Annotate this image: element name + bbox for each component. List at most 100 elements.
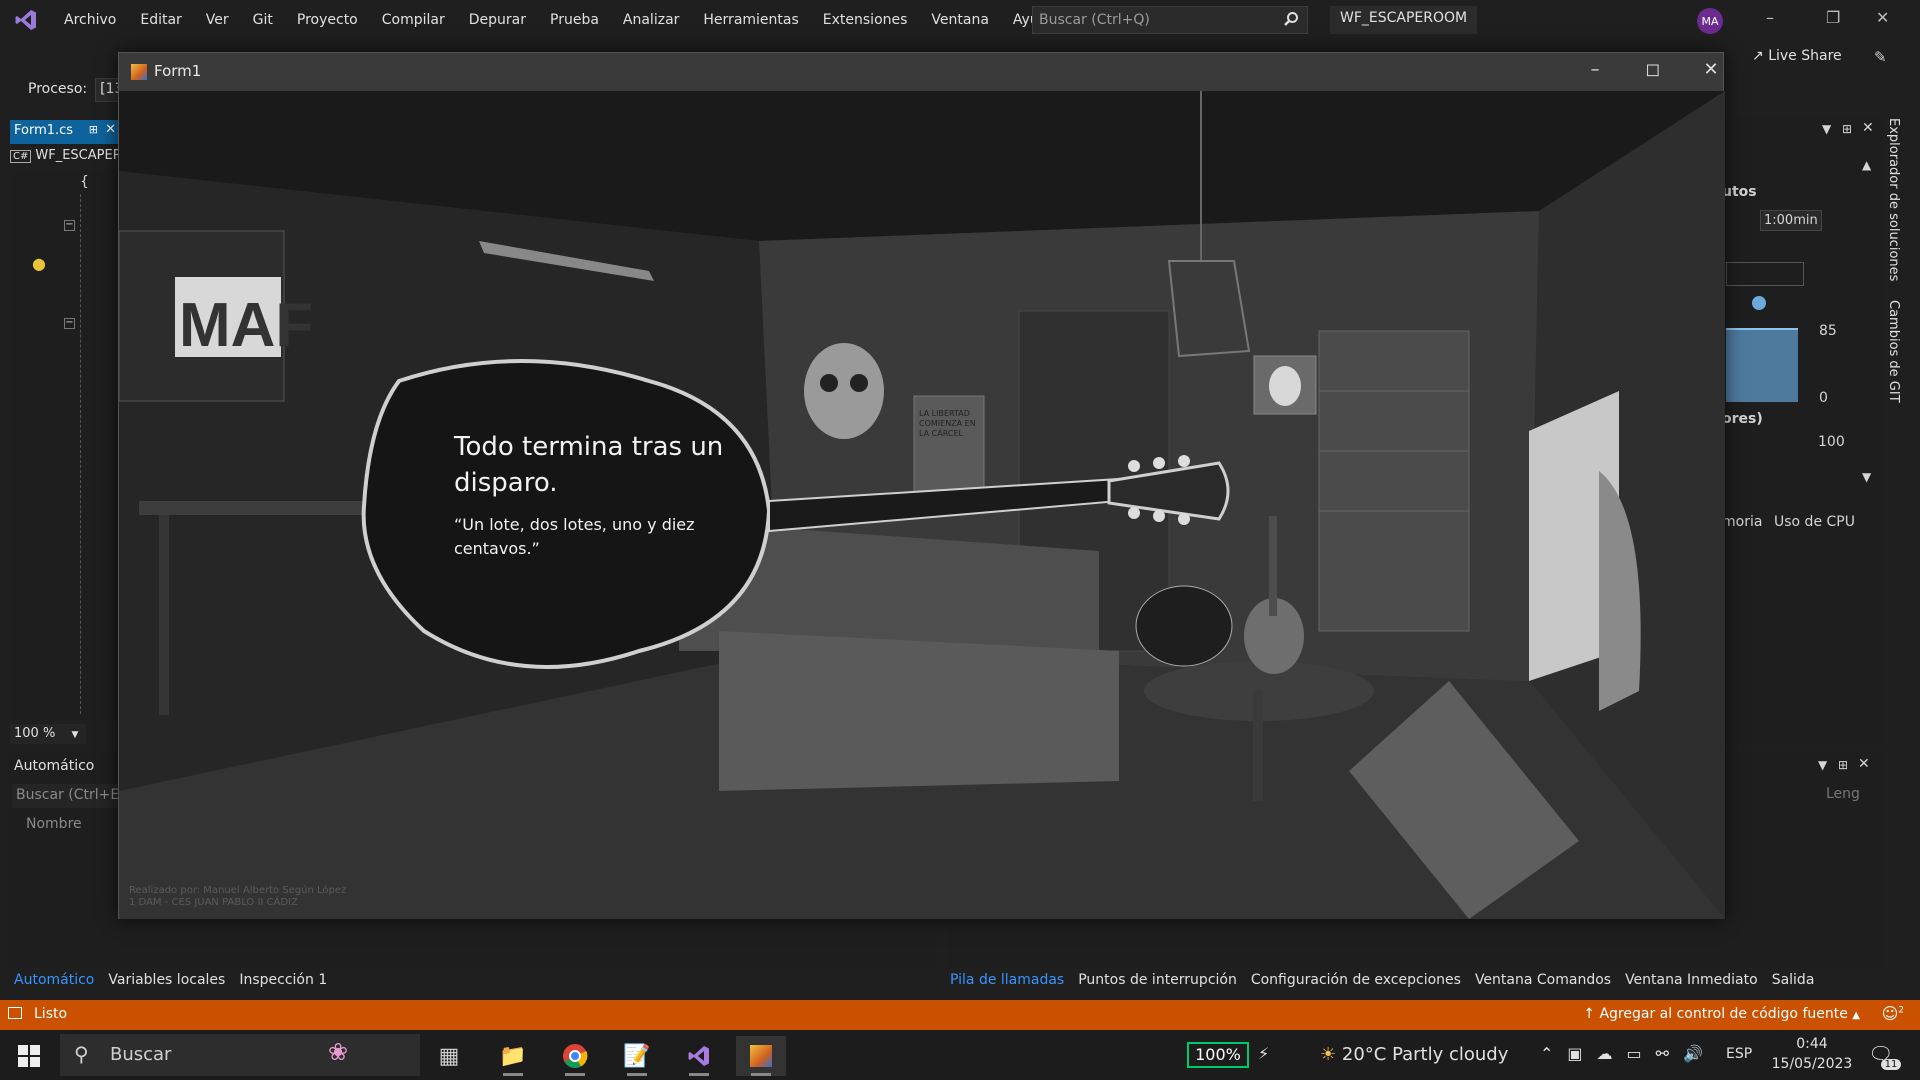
menu-herramientas[interactable]: Herramientas <box>691 12 810 28</box>
form1-window[interactable]: Form1 – ◻ ✕ MAF LA LIBERTAD COMIENZA EN … <box>118 52 1725 919</box>
menu-editar[interactable]: Editar <box>128 12 193 28</box>
tab-variables-locales[interactable]: Variables locales <box>108 972 225 992</box>
solution-name[interactable]: WF_ESCAPEROOM <box>1330 6 1478 34</box>
form-app-glyph <box>750 1045 772 1067</box>
visual-studio-logo-icon[interactable] <box>0 0 52 40</box>
side-tab-git-changes[interactable]: Cambios de GIT <box>1886 300 1901 403</box>
restore-icon[interactable]: ❐ <box>1826 8 1840 27</box>
dropdown-icon[interactable]: ▼ <box>1818 758 1827 772</box>
timeline-bar[interactable] <box>1726 262 1804 286</box>
tab-configuracion-excepciones[interactable]: Configuración de excepciones <box>1251 972 1461 992</box>
menu-proyecto[interactable]: Proyecto <box>285 12 370 28</box>
tab-ventana-inmediato[interactable]: Ventana Inmediato <box>1625 972 1758 992</box>
search-placeholder: Buscar (Ctrl+Q) <box>1039 12 1150 28</box>
menu-depurar[interactable]: Depurar <box>457 12 538 28</box>
system-tray-icons[interactable]: ⌃▣☁▭⚯🔊 <box>1540 1044 1717 1063</box>
tab-pila-llamadas[interactable]: Pila de llamadas <box>950 972 1064 992</box>
tab-inspeccion-1[interactable]: Inspección 1 <box>239 972 327 992</box>
collapse-icon[interactable]: − <box>64 220 75 231</box>
side-tab-solution-explorer[interactable]: Explorador de soluciones <box>1886 118 1901 281</box>
credits-author: Realizado por: Manuel Alberto Según Lópe… <box>129 885 347 896</box>
chrome-icon[interactable] <box>550 1036 600 1076</box>
menu-git[interactable]: Git <box>241 12 285 28</box>
form-app-icon[interactable] <box>736 1036 786 1076</box>
close-icon[interactable]: ✕ <box>1858 756 1870 772</box>
search-icon[interactable] <box>1283 11 1299 31</box>
lotus-decoration-icon: ❀ <box>328 1038 349 1066</box>
close-icon[interactable]: ✕ <box>1862 120 1874 136</box>
bottom-tabs-right: Pila de llamadas Puntos de interrupción … <box>950 972 1814 992</box>
feedback-icon[interactable]: ✎ <box>1874 48 1887 66</box>
menu-compilar[interactable]: Compilar <box>370 12 457 28</box>
notifications-icon[interactable]: ☺2 <box>1882 1004 1904 1023</box>
zoom-level[interactable]: 100 % ▼ <box>10 724 86 744</box>
windows-taskbar: ⚲ Buscar ❀ ▦ 📁 📝 100% ⚡ ☀ 20°C Partly cl… <box>0 1030 1920 1080</box>
status-bar: Listo ↑ Agregar al control de código fue… <box>0 1000 1920 1030</box>
menu-ventana[interactable]: Ventana <box>919 12 1001 28</box>
cpu-max: 100 <box>1818 434 1845 450</box>
breadcrumb[interactable]: C# WF_ESCAPER <box>10 148 122 168</box>
search-input[interactable]: Buscar (Ctrl+Q) <box>1032 6 1308 34</box>
guitar-clue-card[interactable]: Todo termina tras un disparo. “Un lote, … <box>454 429 744 561</box>
pin-icon[interactable]: ⊞ <box>89 123 98 136</box>
pin-icon[interactable]: ⊞ <box>1838 758 1848 772</box>
bottom-tabs-left: Automático Variables locales Inspección … <box>14 972 327 992</box>
notification-center-icon[interactable]: 🗨 11 <box>1868 1042 1902 1070</box>
menu-analizar[interactable]: Analizar <box>611 12 692 28</box>
scroll-down-icon[interactable]: ▼ <box>1862 470 1871 484</box>
tab-form1-cs[interactable]: Form1.cs ⊞ ✕ <box>10 120 122 144</box>
close-icon[interactable]: ✕ <box>1876 8 1889 27</box>
menu-extensiones[interactable]: Extensiones <box>811 12 920 28</box>
close-icon[interactable]: ✕ <box>1691 59 1731 85</box>
weather-text: 20°C Partly cloudy <box>1341 1044 1509 1065</box>
snapshot-marker-icon[interactable] <box>1752 296 1766 310</box>
close-tab-icon[interactable]: ✕ <box>105 122 116 137</box>
maximize-icon[interactable]: ◻ <box>1633 59 1673 85</box>
menu-archivo[interactable]: Archivo <box>52 12 128 28</box>
tab-ventana-comandos[interactable]: Ventana Comandos <box>1475 972 1611 992</box>
visual-studio-icon[interactable] <box>674 1036 724 1076</box>
dropdown-icon[interactable]: ▼ <box>1822 122 1831 136</box>
csharp-file-icon: C# <box>10 150 32 163</box>
zoom-value: 100 % <box>14 726 56 741</box>
avatar[interactable]: MA <box>1697 8 1723 34</box>
notepad-icon[interactable]: 📝 <box>612 1036 662 1076</box>
file-explorer-icon[interactable]: 📁 <box>488 1036 538 1076</box>
collapse-icon[interactable]: − <box>64 318 75 329</box>
task-view-icon[interactable]: ▦ <box>424 1036 474 1076</box>
menu-bar: Archivo Editar Ver Git Proyecto Compilar… <box>0 0 1920 40</box>
status-ready: Listo <box>8 1006 67 1022</box>
lightbulb-icon[interactable]: ● <box>32 254 46 273</box>
weather-widget[interactable]: ☀ 20°C Partly cloudy <box>1320 1044 1508 1065</box>
column-header-language: Leng <box>1826 786 1860 802</box>
code-editor[interactable]: { ● − − <box>10 170 122 720</box>
graph-max: 85 <box>1819 323 1837 339</box>
minimize-icon[interactable]: – <box>1766 8 1774 27</box>
live-share-button[interactable]: ↗ Live Share <box>1752 48 1842 64</box>
clue-quote: “Un lote, dos lotes, uno y diez centavos… <box>454 515 695 558</box>
autos-search-input[interactable]: Buscar (Ctrl+E) <box>12 784 132 808</box>
menu-prueba[interactable]: Prueba <box>538 12 611 28</box>
taskbar-search-input[interactable]: ⚲ Buscar ❀ <box>60 1034 420 1076</box>
tab-automatico[interactable]: Automático <box>14 972 94 992</box>
pin-icon[interactable]: ⊞ <box>1842 122 1852 136</box>
source-control-button[interactable]: ↑ Agregar al control de código fuente ▲ <box>1583 1006 1860 1022</box>
form1-title: Form1 <box>154 62 202 80</box>
tab-memoria[interactable]: moria <box>1722 514 1762 530</box>
battery-indicator[interactable]: 100% <box>1187 1042 1249 1068</box>
menu-ver[interactable]: Ver <box>194 12 241 28</box>
search-icon: ⚲ <box>74 1042 89 1066</box>
taskbar-search-placeholder: Buscar <box>110 1044 172 1065</box>
tab-salida[interactable]: Salida <box>1772 972 1815 992</box>
clock[interactable]: 0:44 15/05/2023 <box>1770 1034 1854 1074</box>
share-icon: ↗ <box>1752 48 1764 64</box>
tab-uso-cpu[interactable]: Uso de CPU <box>1774 514 1855 530</box>
column-header-name: Nombre <box>26 816 82 832</box>
scroll-up-icon[interactable]: ▲ <box>1862 158 1871 172</box>
minimize-icon[interactable]: – <box>1575 59 1615 85</box>
form1-titlebar[interactable]: Form1 – ◻ ✕ <box>119 53 1723 91</box>
windows-start-icon[interactable] <box>4 1036 54 1076</box>
escape-room-scene[interactable]: MAF LA LIBERTAD COMIENZA EN LA CÁRCEL To… <box>119 91 1725 919</box>
tab-puntos-interrupcion[interactable]: Puntos de interrupción <box>1078 972 1237 992</box>
language-indicator[interactable]: ESP <box>1726 1046 1752 1062</box>
